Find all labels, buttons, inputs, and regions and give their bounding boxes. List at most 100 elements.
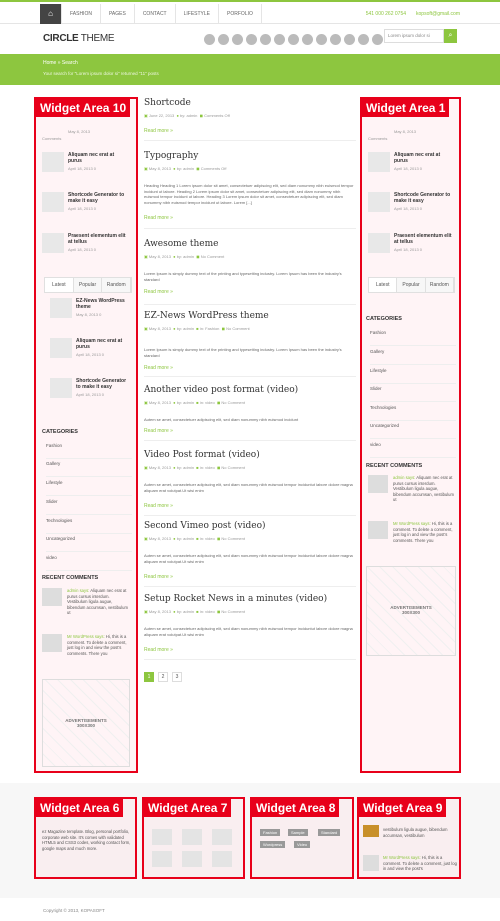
post-category[interactable]: in: video [200,536,215,541]
comment-author[interactable]: admin says: [67,588,89,593]
read-more-link[interactable]: Read more » [144,428,173,434]
category-item[interactable]: Technologies [46,518,132,534]
nav-item-contact[interactable]: CONTACT [135,4,176,24]
category-item[interactable]: video [370,442,456,458]
gallery-thumbnail[interactable] [182,829,202,845]
list-item[interactable]: EZ-News WordPress theme May 8, 2013 0 [50,298,134,328]
post-title[interactable]: Second Vimeo post (video) [144,521,266,531]
list-item[interactable]: Aliquam nec erat at purus April 18, 2013… [368,152,456,182]
gallery-thumbnail[interactable] [152,851,172,867]
search-input[interactable]: Lorem ipsum dolor si [384,29,444,43]
category-item[interactable]: Fashion [46,443,132,459]
pinterest-icon[interactable] [274,34,285,45]
category-item[interactable]: Uncategorized [46,536,132,552]
tab-random[interactable]: Random [425,278,454,292]
post-author[interactable]: by: admin [177,254,194,259]
list-item[interactable]: Shortcode Generator to make it easy Apri… [42,192,132,222]
linkedin-icon[interactable] [260,34,271,45]
google-plus-icon[interactable] [246,34,257,45]
tag-item[interactable]: Sample [288,829,308,836]
comment-item[interactable]: admin says: Aliquam nec erat at purus cu… [42,588,134,618]
tumblr-icon[interactable] [330,34,341,45]
category-item[interactable]: Uncategorized [370,423,456,439]
tab-popular[interactable]: Popular [73,278,103,292]
list-item[interactable]: Praesent elementum elit at tellus April … [42,233,132,263]
read-more-link[interactable]: Read more » [144,128,173,134]
post-title[interactable]: Typography [144,151,198,161]
page-1[interactable]: 1 [144,672,154,682]
comment-author[interactable]: admin says: [393,475,415,480]
comment-author[interactable]: Mr WordPress says: [393,521,431,526]
advertisement[interactable]: ADVERTISEMENTS 300X300 [42,679,130,767]
comment-item[interactable]: admin says: Aliquam nec erat at purus cu… [368,475,458,505]
skype-icon[interactable] [358,34,369,45]
read-more-link[interactable]: Read more » [144,215,173,221]
tab-popular[interactable]: Popular [397,278,426,292]
facebook-icon[interactable] [232,34,243,45]
home-icon[interactable]: ⌂ [40,4,62,24]
breadcrumb[interactable]: Home » Search [43,60,78,66]
gallery-thumbnail[interactable] [152,829,172,845]
comment-item[interactable]: Mr WordPress says: Hi, this is a comment… [42,634,134,664]
tab-latest[interactable]: Latest [45,278,74,292]
post-category[interactable]: in: video [200,400,215,405]
post-author[interactable]: by: admin [177,536,194,541]
comment-author[interactable]: Mr WordPress says: [383,855,421,860]
list-item[interactable]: Shortcode Generator to make it easy Apri… [368,192,456,222]
tag-item[interactable]: Video [294,841,311,848]
post-author[interactable]: by: admin [177,465,194,470]
category-item[interactable]: Gallery [46,461,132,477]
tab-latest[interactable]: Latest [369,278,398,292]
tag-item[interactable]: Wordpress [260,841,286,848]
category-item[interactable]: Technologies [370,405,456,421]
post-title[interactable]: Setup Rocket News in a minutes (video) [144,594,327,604]
post-author[interactable]: by: admin [180,113,197,118]
vimeo-icon[interactable] [372,34,383,45]
tab-random[interactable]: Random [102,278,132,292]
post-author[interactable]: by: admin [177,326,194,331]
post-author[interactable]: by: admin [177,609,194,614]
post-title[interactable]: EZ-News WordPress theme [144,311,269,321]
instagram-icon[interactable] [316,34,327,45]
post-author[interactable]: by: admin [177,166,194,171]
comment-author[interactable]: Mr WordPress says: [67,634,105,639]
comment-item[interactable]: Mr WordPress says: Hi, this is a comment… [368,521,458,551]
tag-item[interactable]: Fashion [260,829,281,836]
site-logo[interactable]: CIRCLE THEME [43,33,115,44]
post-title[interactable]: Awesome theme [144,239,218,249]
post-category[interactable]: in: video [200,465,215,470]
category-item[interactable]: Slider [370,386,456,402]
page-3[interactable]: 3 [172,672,182,682]
read-more-link[interactable]: Read more » [144,574,173,580]
category-item[interactable]: Gallery [370,349,456,365]
post-title[interactable]: Video Post format (video) [144,450,260,460]
nav-item-fashion[interactable]: FASHION [62,4,101,24]
search-icon[interactable]: ⌕ [444,29,457,43]
post-author[interactable]: by: admin [177,400,194,405]
list-item[interactable]: Praesent elementum elit at tellus April … [368,233,456,263]
list-item[interactable]: Shortcode Generator to make it easy Apri… [50,378,134,408]
category-item[interactable]: video [46,555,132,571]
gallery-thumbnail[interactable] [182,851,202,867]
flickr-icon[interactable] [302,34,313,45]
gallery-thumbnail[interactable] [212,851,232,867]
page-2[interactable]: 2 [158,672,168,682]
tag-item[interactable]: Standard [318,829,341,836]
list-item[interactable]: Aliquam nec erat at purus April 18, 2013… [42,152,132,182]
nav-item-lifestyle[interactable]: LIFESTYLE [176,4,220,24]
post-title[interactable]: Shortcode [144,98,191,108]
post-title[interactable]: Another video post format (video) [144,385,298,395]
nav-item-pages[interactable]: PAGES [101,4,135,24]
category-item[interactable]: Lifestyle [370,368,456,384]
email-text[interactable]: kopsoft@gmail.com [416,4,460,24]
gallery-thumbnail[interactable] [212,829,232,845]
list-item[interactable]: May 8, 2013 Comments [368,129,456,145]
comment-item[interactable]: Mr WordPress says: Hi, this is a comment… [383,855,457,872]
list-item[interactable]: May 8, 2013 Comments [42,129,132,145]
youtube-icon[interactable] [344,34,355,45]
dribbble-icon[interactable] [288,34,299,45]
read-more-link[interactable]: Read more » [144,647,173,653]
read-more-link[interactable]: Read more » [144,289,173,295]
category-item[interactable]: Lifestyle [46,480,132,496]
post-category[interactable]: in: Fashion [200,326,220,331]
